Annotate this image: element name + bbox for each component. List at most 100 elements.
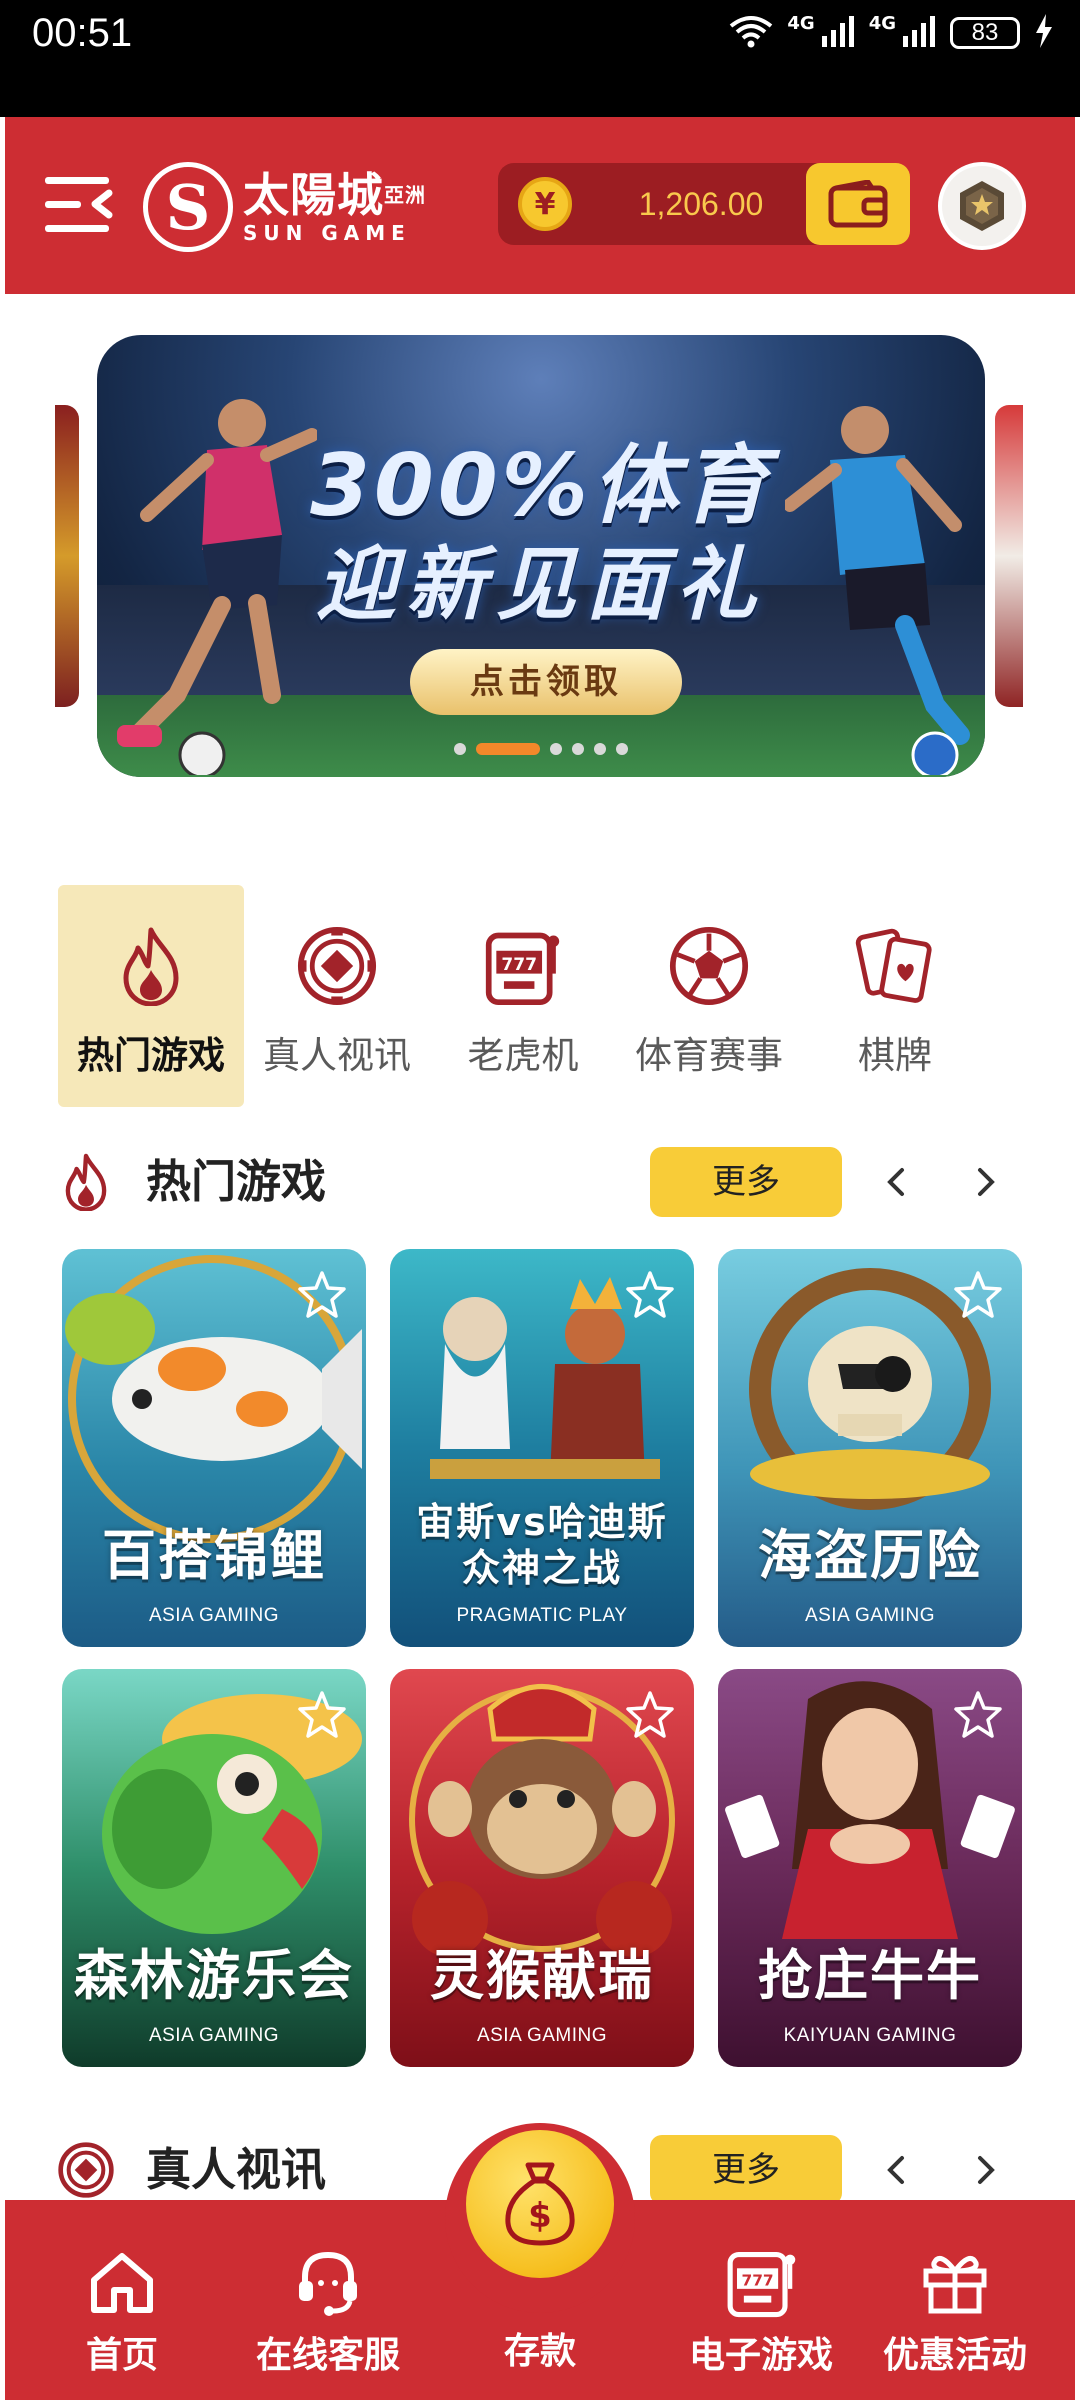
tab-hot-games[interactable]: 热门游戏	[58, 885, 244, 1107]
game-provider: ASIA GAMING	[148, 1605, 280, 1626]
logo-region: 亞洲	[384, 183, 426, 207]
prev-button[interactable]	[874, 2148, 918, 2192]
chevron-left-icon	[887, 2156, 904, 2184]
carousel-dot[interactable]	[616, 743, 628, 755]
game-provider: ASIA GAMING	[804, 1605, 936, 1626]
game-provider: PRAGMATIC PLAY	[456, 1605, 628, 1626]
slot-machine-icon: 777	[483, 921, 563, 1011]
favorite-star-icon[interactable]	[296, 1689, 348, 1741]
svg-text:777: 777	[741, 2271, 773, 2289]
signal-icon	[902, 14, 936, 52]
playing-cards-icon	[855, 921, 935, 1011]
yuan-coin-icon: ¥	[518, 177, 572, 231]
nav-deposit-label: 存款	[503, 2331, 576, 2372]
chevron-right-icon	[978, 1168, 995, 1196]
carousel-indicators	[97, 743, 985, 755]
game-title: 百搭锦鲤	[102, 1524, 326, 1587]
game-card[interactable]: 宙斯vs哈迪斯 众神之战 PRAGMATIC PLAY	[390, 1249, 694, 1647]
brand-logo[interactable]: S 太陽城亞洲 SUN GAME	[143, 157, 433, 257]
nav-label: 电子游戏	[688, 2335, 833, 2376]
game-card[interactable]: 森林游乐会 ASIA GAMING	[62, 1669, 366, 2067]
banner-claim-button[interactable]: 点击领取	[410, 649, 682, 715]
carousel-dot[interactable]	[594, 743, 606, 755]
carousel-dot[interactable]	[454, 743, 466, 755]
flame-icon	[58, 1153, 114, 1211]
nav-support[interactable]: 在线客服	[238, 2200, 418, 2400]
game-card[interactable]: 百搭锦鲤 ASIA GAMING	[62, 1249, 366, 1647]
wallet-button[interactable]	[806, 163, 910, 245]
nav-deposit[interactable]: $	[466, 2130, 614, 2278]
promo-banner[interactable]: 300%体育 迎新见面礼 点击领取	[97, 335, 985, 777]
hot-games-section-header: 热门游戏 更多	[58, 1142, 1028, 1222]
svg-text:777: 777	[501, 955, 537, 975]
game-title: 森林游乐会	[74, 1944, 354, 2007]
game-card[interactable]: 灵猴献瑞 ASIA GAMING	[390, 1669, 694, 2067]
chevron-left-icon	[887, 1168, 904, 1196]
flame-icon	[111, 921, 191, 1011]
tab-sports[interactable]: 体育赛事	[616, 885, 802, 1107]
home-icon	[82, 2242, 162, 2322]
game-title: 灵猴献瑞	[430, 1944, 654, 2007]
money-bag-icon: $	[505, 2162, 575, 2246]
app-header: S 太陽城亞洲 SUN GAME ¥ 1,206.00	[5, 117, 1075, 294]
game-card[interactable]: 海盗历险 ASIA GAMING	[718, 1249, 1022, 1647]
signal-icon	[821, 14, 855, 52]
tab-live-casino[interactable]: 真人视讯	[244, 885, 430, 1107]
banner-prev-slide-peek[interactable]	[55, 405, 79, 707]
carousel-dot[interactable]	[572, 743, 584, 755]
network-type-1: 4G	[787, 12, 815, 34]
banner-next-slide-peek[interactable]	[995, 405, 1023, 707]
soccer-ball-icon	[669, 921, 749, 1011]
tab-slots[interactable]: 777 老虎机	[430, 885, 616, 1107]
dragon-emblem-icon: S	[143, 162, 233, 252]
game-card[interactable]: 抢庄牛牛 KAIYUAN GAMING	[718, 1669, 1022, 2067]
headset-icon	[288, 2242, 368, 2322]
next-button[interactable]	[964, 2148, 1008, 2192]
next-button[interactable]	[964, 1160, 1008, 1204]
casino-chip-icon	[297, 921, 377, 1011]
balance-widget[interactable]: ¥ 1,206.00	[498, 163, 910, 245]
game-title: 宙斯vs哈迪斯	[416, 1500, 668, 1544]
user-avatar[interactable]	[938, 162, 1026, 250]
category-tabs: 热门游戏 真人视讯 777 老虎机 体育赛事 棋牌	[58, 885, 1028, 1107]
status-time: 00:51	[32, 11, 133, 55]
game-provider: ASIA GAMING	[148, 2025, 280, 2046]
battery-icon: 83	[950, 17, 1020, 49]
favorite-star-icon[interactable]	[952, 1269, 1004, 1321]
game-provider: ASIA GAMING	[476, 2025, 608, 2046]
section-title: 热门游戏	[146, 1155, 327, 1208]
favorite-star-icon[interactable]	[624, 1689, 676, 1741]
nav-promotions[interactable]: 优惠活动	[865, 2200, 1045, 2400]
logo-subtitle: SUN GAME	[243, 221, 411, 245]
system-icons: 4G 4G 83	[729, 10, 1054, 56]
charging-icon	[1034, 14, 1054, 52]
status-bar: 00:51 4G 4G 83	[0, 0, 1080, 117]
tab-card-games[interactable]: 棋牌	[802, 885, 988, 1107]
game-subtitle: 众神之战	[461, 1546, 622, 1590]
tab-label: 热门游戏	[77, 1034, 225, 1077]
network-type-2: 4G	[868, 12, 896, 34]
carousel-dot[interactable]	[550, 743, 562, 755]
balance-amount: 1,206.00	[638, 186, 764, 222]
rank-badge-icon	[960, 181, 1004, 231]
nav-label: 首页	[85, 2335, 158, 2376]
more-button[interactable]: 更多	[650, 1147, 842, 1217]
tab-label: 棋牌	[858, 1034, 932, 1077]
logo-name: 太陽城	[243, 168, 384, 222]
favorite-star-icon[interactable]	[296, 1269, 348, 1321]
nav-home[interactable]: 首页	[32, 2200, 212, 2400]
carousel-dot-active[interactable]	[476, 743, 540, 755]
menu-icon	[45, 177, 113, 232]
favorite-star-icon[interactable]	[624, 1269, 676, 1321]
favorite-star-icon[interactable]	[952, 1689, 1004, 1741]
svg-text:$: $	[528, 2196, 552, 2236]
chevron-right-icon	[978, 2156, 995, 2184]
wallet-icon	[828, 180, 888, 228]
prev-button[interactable]	[874, 1160, 918, 1204]
more-button[interactable]: 更多	[650, 2135, 842, 2205]
game-title: 抢庄牛牛	[758, 1944, 982, 2007]
game-title: 海盗历险	[758, 1524, 982, 1587]
nav-egames[interactable]: 777 电子游戏	[671, 2200, 851, 2400]
gift-icon	[915, 2242, 995, 2322]
menu-button[interactable]	[45, 173, 115, 237]
